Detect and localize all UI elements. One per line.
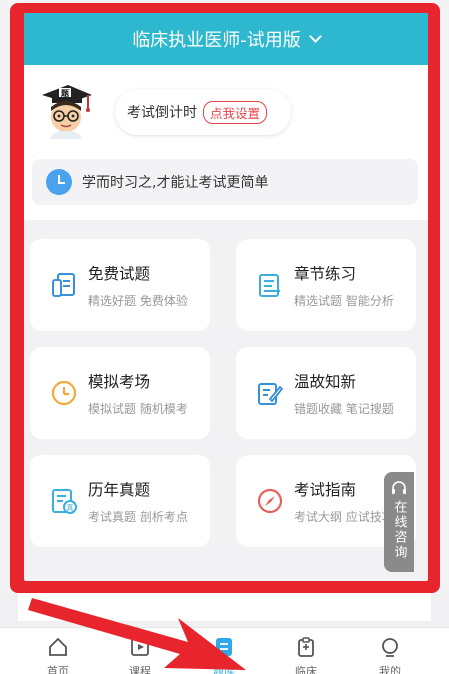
document-icon	[52, 273, 75, 297]
card-free-questions[interactable]: 免费试题 精选好题 免费体验	[30, 239, 210, 331]
question-bank-icon	[216, 638, 232, 656]
card-review[interactable]: 温故知新 错题收藏 笔记搜题	[236, 347, 416, 439]
set-countdown-button[interactable]: 点我设置	[203, 100, 268, 124]
tab-profile[interactable]: 我的	[360, 636, 420, 674]
bottom-tab-bar: 首页 课程 题库 临床 我的	[0, 627, 449, 674]
card-past-exams[interactable]: 真 历年真题 考试真题 剖析考点	[30, 455, 210, 547]
page-title: 临床执业医师-试用版	[132, 30, 301, 51]
card-title: 模拟考场	[88, 373, 151, 391]
tab-question-bank[interactable]: 题库	[194, 636, 254, 674]
tab-home[interactable]: 首页	[28, 636, 88, 674]
chevron-down-icon	[308, 30, 322, 43]
card-chapter-practice[interactable]: 章节练习 精选试题 智能分析	[236, 239, 416, 331]
course-selector[interactable]: 临床执业医师-试用版	[24, 13, 428, 65]
motto-text: 学而时习之,才能让考试更简单	[82, 175, 269, 191]
course-icon	[131, 638, 149, 656]
clock-icon	[46, 169, 72, 195]
consult-label: 在线咨询	[391, 500, 407, 560]
card-title: 历年真题	[88, 481, 151, 499]
card-title: 温故知新	[294, 373, 357, 391]
headset-icon	[392, 481, 406, 494]
card-mock-exam[interactable]: 模拟考场 模拟试题 随机模考	[30, 347, 210, 439]
motto-banner: 学而时习之,才能让考试更简单	[32, 159, 418, 205]
clock-icon	[51, 380, 77, 406]
highlight-frame: 临床执业医师-试用版 题 考试倒计时 点我设置 学而时习之,才能让考试更简单 免…	[10, 3, 440, 593]
doctor-avatar: 题	[42, 85, 92, 139]
card-subtitle: 考试大纲 应试技巧	[294, 510, 394, 524]
exam-countdown: 考试倒计时 点我设置	[115, 89, 291, 135]
background-strip	[0, 593, 449, 625]
tab-clinical[interactable]: 临床	[276, 636, 336, 674]
card-title: 考试指南	[294, 481, 357, 499]
svg-text:题: 题	[60, 88, 70, 98]
online-consult-button[interactable]: 在线咨询	[384, 472, 414, 572]
edit-note-icon	[258, 383, 284, 405]
card-subtitle: 模拟试题 随机模考	[88, 402, 188, 416]
tab-label: 首页	[47, 665, 69, 674]
notebook-icon	[259, 274, 280, 297]
card-subtitle: 精选好题 免费体验	[88, 294, 188, 308]
tab-label: 课程	[129, 665, 151, 674]
card-title: 章节练习	[294, 265, 357, 283]
home-icon	[49, 637, 67, 656]
tab-label: 临床	[295, 665, 317, 674]
card-title: 免费试题	[88, 265, 151, 283]
compass-icon	[257, 488, 283, 514]
tab-course[interactable]: 课程	[110, 636, 170, 674]
exam-paper-icon: 真	[52, 489, 77, 514]
tab-label: 我的	[379, 665, 401, 674]
card-subtitle: 考试真题 剖析考点	[88, 510, 188, 524]
top-card: 题 考试倒计时 点我设置 学而时习之,才能让考试更简单	[24, 65, 428, 220]
clipboard-icon	[298, 637, 314, 657]
countdown-label: 考试倒计时	[127, 105, 197, 121]
content-edge	[18, 593, 431, 621]
card-subtitle: 错题收藏 笔记搜题	[294, 402, 394, 416]
profile-icon	[382, 638, 398, 657]
main-panel: 临床执业医师-试用版 题 考试倒计时 点我设置 学而时习之,才能让考试更简单 免…	[24, 13, 428, 581]
tab-label: 题库	[213, 665, 235, 674]
card-subtitle: 精选试题 智能分析	[294, 294, 394, 308]
svg-text:真: 真	[67, 503, 74, 512]
